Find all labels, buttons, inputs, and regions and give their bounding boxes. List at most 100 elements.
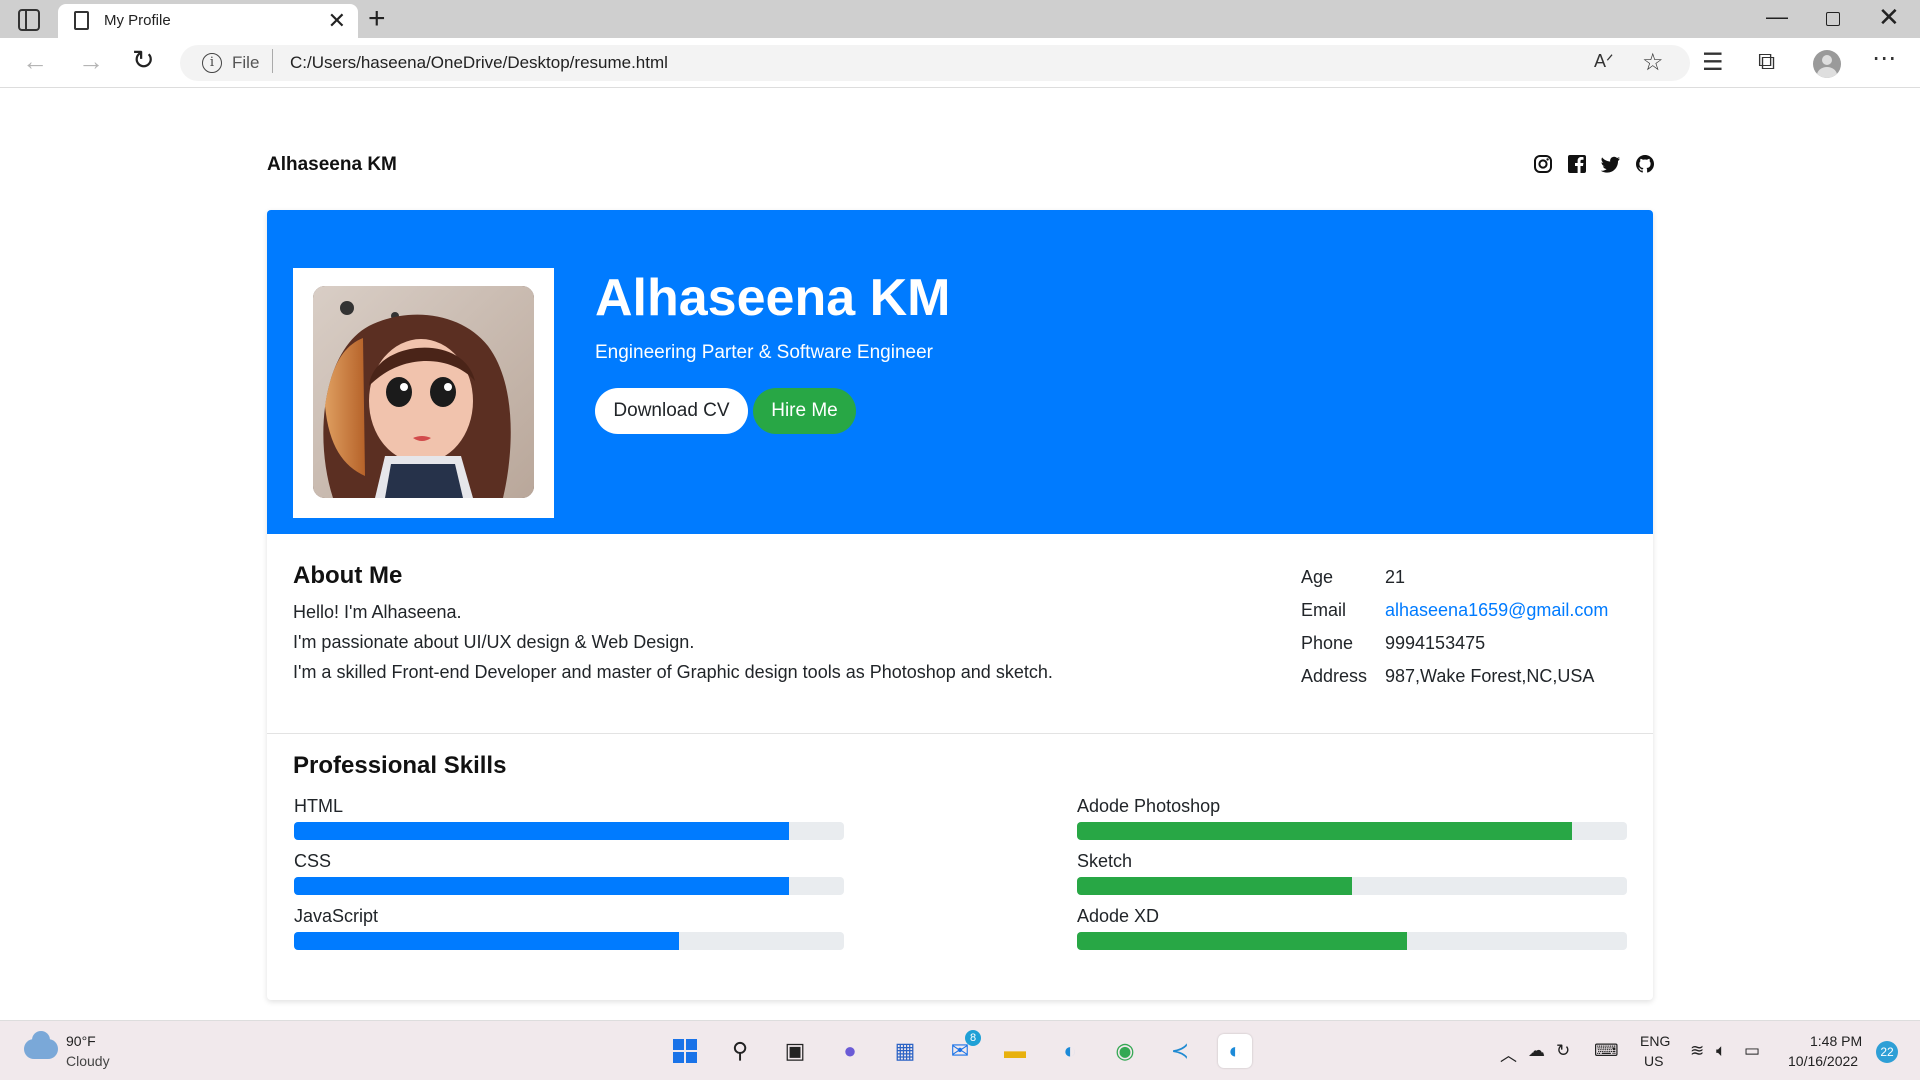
profile-header: Alhaseena KM Engineering Parter & Softwa…	[267, 210, 1653, 534]
instagram-icon[interactable]	[1533, 154, 1553, 174]
skill-css: CSS	[293, 851, 844, 896]
profile-role: Engineering Parter & Software Engineer	[595, 342, 933, 363]
region-indicator[interactable]: US	[1644, 1053, 1663, 1069]
skill-progress-fill	[294, 822, 789, 840]
skill-label: JavaScript	[294, 906, 379, 926]
notification-count[interactable]: 22	[1876, 1041, 1898, 1063]
skill-label: CSS	[294, 851, 332, 871]
wifi-icon[interactable]: ≋	[1690, 1041, 1704, 1061]
skill-label: Adode XD	[1077, 906, 1160, 926]
search-icon[interactable]: ⚲	[723, 1034, 757, 1068]
profile-photo-frame	[293, 268, 554, 518]
edge-active-icon[interactable]: ◐	[1218, 1034, 1252, 1068]
info-value: 987,Wake Forest,NC,USA	[1385, 666, 1595, 686]
skill-progress-track	[294, 822, 844, 840]
info-key: Age	[1301, 567, 1334, 587]
weather-temperature[interactable]: 90°F	[66, 1033, 96, 1049]
skill-progress-fill	[1077, 877, 1352, 895]
profile-card: Alhaseena KM Engineering Parter & Softwa…	[267, 210, 1653, 1000]
task-view-icon[interactable]: ▣	[778, 1034, 812, 1068]
clock-time[interactable]: 1:48 PM	[1810, 1033, 1862, 1049]
browser-toolbar: ← → ↻ i File C:/Users/haseena/OneDrive/D…	[0, 38, 1920, 88]
file-explorer-icon[interactable]: ▬	[998, 1034, 1032, 1068]
skill-progress-track	[294, 932, 844, 950]
read-aloud-icon[interactable]: Aᐟ	[1594, 51, 1614, 72]
store-icon[interactable]: ▦	[888, 1034, 922, 1068]
about-line: I'm a skilled Front-end Developer and ma…	[293, 662, 1053, 682]
chat-icon[interactable]: ●	[833, 1034, 867, 1068]
skill-label: Sketch	[1077, 851, 1133, 871]
favorites-icon[interactable]: ☰	[1702, 48, 1724, 77]
keyboard-icon[interactable]: ⌨	[1594, 1041, 1619, 1061]
address-url[interactable]: C:/Users/haseena/OneDrive/Desktop/resume…	[290, 53, 668, 73]
battery-icon[interactable]: ▭	[1744, 1041, 1760, 1061]
skill-progress-track	[294, 877, 844, 895]
facebook-icon[interactable]	[1567, 154, 1587, 174]
download-cv-button[interactable]: Download CV	[595, 388, 748, 434]
mail-icon[interactable]: ✉ 8	[943, 1030, 981, 1068]
language-indicator[interactable]: ENG	[1640, 1033, 1670, 1049]
mail-badge: 8	[965, 1030, 981, 1046]
reload-icon[interactable]: ↻	[132, 45, 155, 76]
clock-date[interactable]: 10/16/2022	[1788, 1053, 1858, 1069]
info-key: Address	[1301, 666, 1368, 686]
minimize-window-button[interactable]: —	[1766, 4, 1788, 30]
add-favorite-icon[interactable]: ☆	[1642, 48, 1664, 77]
skill-progress-fill	[294, 877, 789, 895]
cloud-icon[interactable]	[24, 1031, 58, 1059]
skills-heading: Professional Skills	[293, 752, 507, 779]
back-arrow-icon[interactable]: ←	[22, 46, 48, 77]
about-heading: About Me	[293, 562, 403, 589]
windows-taskbar: 90°F Cloudy ⚲ ▣ ● ▦ ✉ 8 ▬ ◐ ◉ ≺ ◐ ︿ ☁ ↻ …	[0, 1020, 1920, 1080]
collections-icon[interactable]: ⧉	[1758, 48, 1775, 76]
skill-label: HTML	[294, 796, 343, 816]
site-info-icon[interactable]: i	[202, 53, 222, 73]
restore-window-button[interactable]	[1826, 12, 1840, 26]
edge-icon[interactable]: ◐	[1053, 1034, 1087, 1068]
skill-progress-track	[1077, 877, 1627, 895]
onedrive-icon[interactable]: ☁	[1528, 1041, 1545, 1061]
about-line: I'm passionate about UI/UX design & Web …	[293, 632, 695, 652]
section-divider	[267, 733, 1653, 734]
tab-close-icon[interactable]: ✕	[328, 8, 346, 34]
browser-tabstrip: My Profile ✕ + — ✕	[0, 0, 1920, 38]
forward-arrow-icon[interactable]: →	[78, 46, 104, 77]
tab-title: My Profile	[104, 12, 171, 29]
address-bar[interactable]: i File C:/Users/haseena/OneDrive/Desktop…	[180, 45, 1690, 81]
hire-me-button[interactable]: Hire Me	[753, 388, 856, 434]
github-icon[interactable]	[1635, 154, 1655, 174]
start-menu-icon[interactable]	[668, 1034, 702, 1068]
skill-photoshop: Adode Photoshop	[1076, 796, 1627, 841]
skill-xd: Adode XD	[1076, 906, 1627, 951]
page-content: Alhaseena KM Alhaseena KM Engineering Pa…	[0, 88, 1920, 1020]
weather-condition[interactable]: Cloudy	[66, 1053, 110, 1069]
site-name[interactable]: Alhaseena KM	[267, 154, 397, 176]
info-key: Email	[1301, 600, 1347, 620]
address-scheme: File	[232, 53, 260, 72]
skill-progress-fill	[294, 932, 679, 950]
skill-progress-fill	[1077, 932, 1407, 950]
info-key: Phone	[1301, 633, 1354, 653]
skill-html: HTML	[293, 796, 844, 841]
info-value: 21	[1385, 567, 1406, 587]
skill-sketch: Sketch	[1076, 851, 1627, 896]
tab-actions-icon[interactable]	[18, 9, 40, 31]
chevron-up-icon[interactable]: ︿	[1500, 1041, 1517, 1066]
email-link[interactable]: alhaseena1659@gmail.com	[1385, 600, 1608, 621]
document-icon	[74, 11, 89, 30]
tab-my-profile[interactable]: My Profile ✕	[58, 4, 358, 38]
skill-label: Adode Photoshop	[1077, 796, 1221, 816]
about-line: Hello! I'm Alhaseena.	[293, 602, 462, 622]
skill-progress-track	[1077, 932, 1627, 950]
sync-icon[interactable]: ↻	[1556, 1041, 1570, 1061]
more-options-icon[interactable]: ⋯	[1872, 44, 1896, 73]
twitter-icon[interactable]	[1601, 154, 1621, 174]
chrome-icon[interactable]: ◉	[1108, 1034, 1142, 1068]
address-separator	[272, 49, 273, 73]
volume-icon[interactable]: 🔈︎	[1716, 1041, 1726, 1061]
profile-avatar-icon[interactable]	[1813, 50, 1841, 78]
new-tab-button[interactable]: +	[368, 2, 386, 36]
profile-photo	[313, 286, 534, 498]
vscode-icon[interactable]: ≺	[1163, 1034, 1197, 1068]
close-window-button[interactable]: ✕	[1878, 2, 1900, 33]
